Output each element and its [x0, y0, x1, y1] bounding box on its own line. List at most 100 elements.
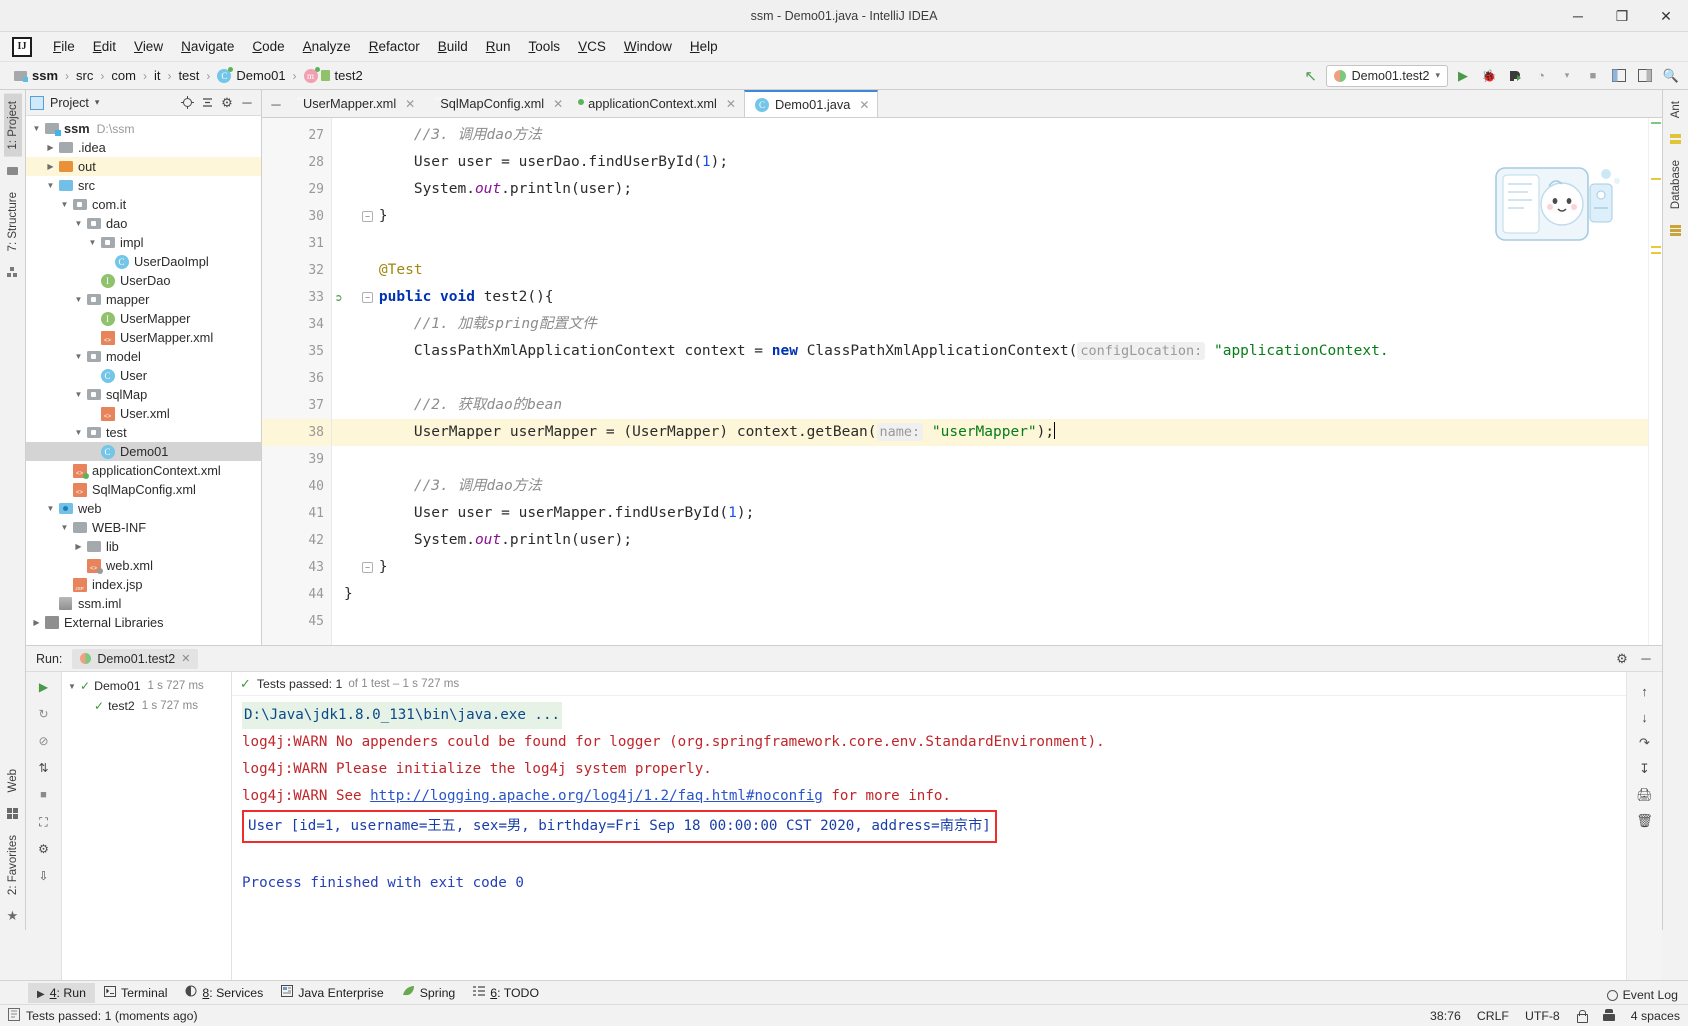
- breadcrumb-item-ssm[interactable]: ssm: [14, 68, 58, 83]
- menu-item-run[interactable]: Run: [477, 35, 520, 58]
- code-line-43[interactable]: }: [332, 554, 1648, 581]
- menu-item-build[interactable]: Build: [429, 35, 477, 58]
- gear-icon[interactable]: ⚙: [217, 93, 237, 113]
- tree-item-impl[interactable]: ▼ impl: [26, 233, 261, 252]
- editor-tab-demo01-java[interactable]: C Demo01.java ✕: [743, 90, 879, 117]
- tool-tab-ant[interactable]: Ant: [1667, 94, 1685, 125]
- scroll-from-source-icon[interactable]: [177, 93, 197, 113]
- run-configuration-selector[interactable]: Demo01.test2 ▾: [1325, 64, 1448, 87]
- test-results-tree[interactable]: ▼ ✓ Demo01 1 s 727 ms ✓ test2 1 s 727 ms: [62, 672, 232, 990]
- tree-expand-arrow[interactable]: ▼: [44, 504, 57, 513]
- editor-tab-sqlmapconfig-xml[interactable]: SqlMapConfig.xml ✕: [423, 90, 571, 117]
- tree-expand-arrow[interactable]: ▶: [58, 580, 71, 589]
- stop-button[interactable]: ■: [1582, 65, 1604, 87]
- line-number-42[interactable]: 42: [262, 527, 331, 554]
- tree-expand-arrow[interactable]: ▶: [86, 276, 99, 285]
- code-line-39[interactable]: [332, 446, 1648, 473]
- tree-expand-arrow[interactable]: ▶: [44, 143, 57, 152]
- breadcrumb-item-it[interactable]: it: [154, 68, 161, 83]
- tree-item-usermapper[interactable]: ▶I UserMapper: [26, 309, 261, 328]
- ant-icon[interactable]: [1667, 130, 1685, 148]
- line-number-36[interactable]: 36: [262, 365, 331, 392]
- run-button[interactable]: ▶: [1452, 65, 1474, 87]
- tree-item-user-xml[interactable]: ▶ User.xml: [26, 404, 261, 423]
- soft-wrap-icon[interactable]: ↷: [1633, 730, 1657, 756]
- line-number-28[interactable]: 28: [262, 149, 331, 176]
- line-number-34[interactable]: 34: [262, 311, 331, 338]
- line-number-39[interactable]: 39: [262, 446, 331, 473]
- menu-item-vcs[interactable]: VCS: [569, 35, 615, 58]
- tree-item-external-libraries[interactable]: ▶ External Libraries: [26, 613, 261, 632]
- test-tree-item-demo01[interactable]: ▼ ✓ Demo01 1 s 727 ms: [62, 676, 231, 696]
- bottom-tab-java-enterprise[interactable]: Java Enterprise: [272, 982, 392, 1003]
- tree-expand-arrow[interactable]: ▶: [72, 561, 85, 570]
- camera-icon[interactable]: ⛶: [33, 811, 55, 833]
- inspection-profile-icon[interactable]: [1602, 1009, 1615, 1022]
- profile-button[interactable]: ◔: [1530, 65, 1552, 87]
- code-line-45[interactable]: [332, 608, 1648, 635]
- code-line-27[interactable]: //3. 调用dao方法: [332, 122, 1648, 149]
- caret-position[interactable]: 38:76: [1430, 1009, 1461, 1023]
- line-number-40[interactable]: 40: [262, 473, 331, 500]
- close-icon[interactable]: ✕: [726, 97, 736, 111]
- line-number-44[interactable]: 44: [262, 581, 331, 608]
- rerun-failed-tests-icon[interactable]: ↻: [33, 703, 55, 725]
- code-line-28[interactable]: User user = userDao.findUserById(1);: [332, 149, 1648, 176]
- export-icon[interactable]: ⇩: [33, 865, 55, 887]
- console-output[interactable]: D:\Java\jdk1.8.0_131\bin\java.exe ... log…: [232, 696, 1626, 990]
- code-line-38[interactable]: UserMapper userMapper = (UserMapper) con…: [332, 419, 1648, 446]
- scroll-down-icon[interactable]: ↓: [1633, 704, 1657, 730]
- code-line-32[interactable]: @Test: [332, 257, 1648, 284]
- project-files-icon[interactable]: [4, 162, 22, 180]
- bottom-tab-8--services[interactable]: 8: Services: [176, 982, 272, 1003]
- stop-icon[interactable]: ■: [33, 784, 55, 806]
- tree-expand-arrow[interactable]: ▼: [58, 200, 71, 209]
- gear-icon[interactable]: ⚙: [1612, 649, 1632, 669]
- scroll-up-icon[interactable]: ↑: [1633, 678, 1657, 704]
- scroll-to-end-icon[interactable]: ↧: [1633, 756, 1657, 782]
- tree-expand-arrow[interactable]: ▼: [72, 352, 85, 361]
- menu-item-view[interactable]: View: [125, 35, 172, 58]
- code-line-31[interactable]: [332, 230, 1648, 257]
- tree-expand-arrow[interactable]: ▶: [86, 314, 99, 323]
- line-number-30[interactable]: 30−: [262, 203, 373, 230]
- toggle-auto-test-icon[interactable]: ⊘: [33, 730, 55, 752]
- tree-expand-arrow[interactable]: ▶: [58, 485, 71, 494]
- tree-expand-arrow[interactable]: ▼: [58, 523, 71, 532]
- tree-expand-arrow[interactable]: ▼: [30, 124, 43, 133]
- breadcrumb-item-src[interactable]: src: [76, 68, 93, 83]
- tree-item-demo01[interactable]: ▶C Demo01: [26, 442, 261, 461]
- tree-expand-arrow[interactable]: ▶: [72, 542, 85, 551]
- tree-expand-arrow[interactable]: ▼: [68, 682, 80, 691]
- bottom-tab-6--todo[interactable]: 6: TODO: [464, 983, 548, 1003]
- line-number-27[interactable]: 27: [262, 122, 331, 149]
- line-number-43[interactable]: 43−: [262, 554, 373, 581]
- indent-setting[interactable]: 4 spaces: [1631, 1009, 1680, 1023]
- line-number-38[interactable]: 38: [262, 419, 331, 446]
- tree-expand-arrow[interactable]: ▶: [44, 599, 57, 608]
- search-icon[interactable]: 🔍: [1660, 65, 1682, 87]
- tree-item-ssm-iml[interactable]: ▶ ssm.iml: [26, 594, 261, 613]
- tree-item-sqlmap[interactable]: ▼ sqlMap: [26, 385, 261, 404]
- tree-item-web-xml[interactable]: ▶ web.xml: [26, 556, 261, 575]
- menu-item-tools[interactable]: Tools: [520, 35, 570, 58]
- editor-tab-applicationcontext-xml[interactable]: applicationContext.xml ✕: [571, 90, 744, 117]
- code-line-36[interactable]: [332, 365, 1648, 392]
- tool-tab-database[interactable]: Database: [1667, 153, 1685, 216]
- database-icon[interactable]: [1667, 222, 1685, 240]
- tree-item-model[interactable]: ▼ model: [26, 347, 261, 366]
- close-icon[interactable]: ✕: [181, 652, 190, 665]
- tree-expand-arrow[interactable]: ▶: [86, 371, 99, 380]
- tree-item-mapper[interactable]: ▼ mapper: [26, 290, 261, 309]
- web-grid-icon[interactable]: [4, 805, 22, 823]
- line-number-41[interactable]: 41: [262, 500, 331, 527]
- collapse-all-icon[interactable]: [197, 93, 217, 113]
- tree-expand-arrow[interactable]: ▼: [72, 295, 85, 304]
- line-number-29[interactable]: 29: [262, 176, 331, 203]
- tree-item-ssm[interactable]: ▼ ssm D:\ssm: [26, 119, 261, 138]
- tree-expand-arrow[interactable]: ▼: [72, 219, 85, 228]
- menu-item-navigate[interactable]: Navigate: [172, 35, 243, 58]
- console-link[interactable]: http://logging.apache.org/log4j/1.2/faq.…: [370, 788, 823, 804]
- close-icon[interactable]: ✕: [405, 97, 415, 111]
- tool-tab-web[interactable]: Web: [4, 762, 22, 799]
